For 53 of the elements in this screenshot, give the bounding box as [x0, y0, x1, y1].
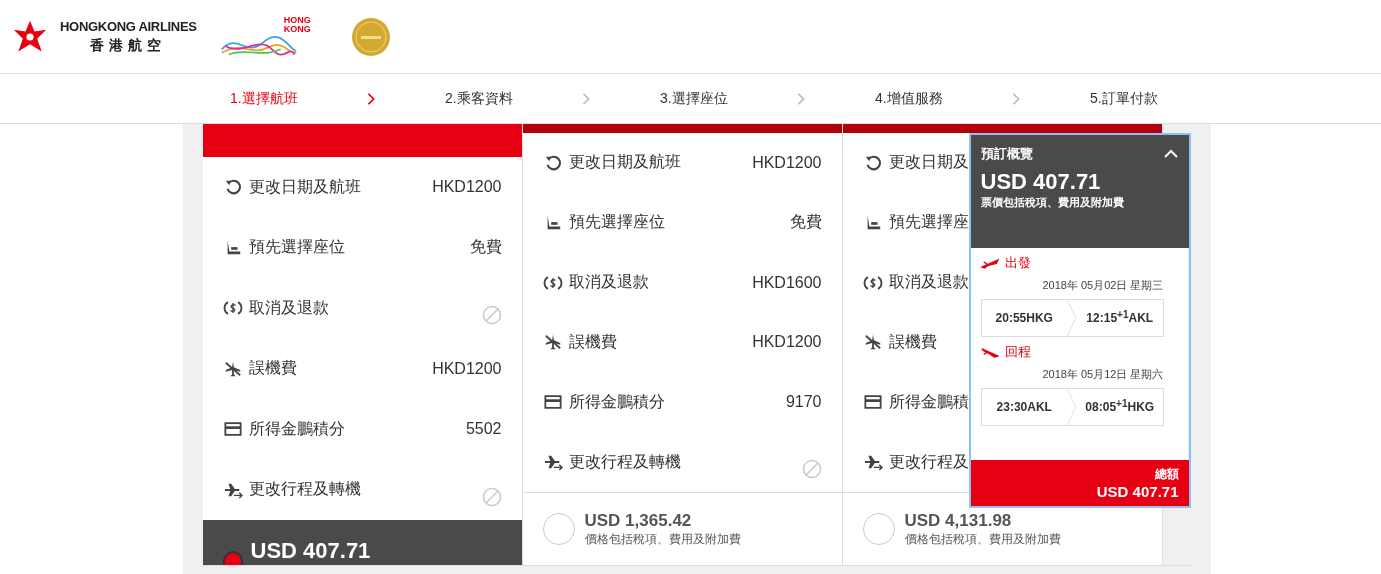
departure-time: 23:30AKL	[996, 400, 1052, 414]
total-price: USD 407.71	[1096, 483, 1179, 500]
feature-label: 所得金鵬積分	[248, 418, 345, 439]
feature-label: 預先選擇座	[888, 212, 969, 233]
feature-label: 更改日期及航班	[568, 152, 681, 173]
feature-label: 更改行程及轉機	[568, 451, 681, 472]
feature-value: HKD1200	[752, 153, 822, 172]
price-note: 價格包括稅項、費用及附加費	[584, 530, 741, 548]
feature-value: HKD1200	[432, 178, 502, 197]
summary-price-note: 票價包括稅項、費用及附加費	[980, 195, 1125, 210]
arrival-airport: AKL	[1128, 311, 1154, 325]
feature-value: HKD1200	[432, 359, 502, 378]
feature-label: 更改日期及	[888, 152, 969, 173]
feature-label: 誤機費	[248, 358, 297, 379]
feature-value: HKD1600	[752, 273, 822, 292]
arrival-time: 08:05	[1085, 400, 1117, 414]
city-brand-text: HONG	[283, 15, 311, 25]
summary-price: USD 407.71	[980, 169, 1102, 195]
feature-label: 取消及退款	[888, 272, 969, 293]
price-note: 價格包括稅項、費用及附加費	[904, 530, 1061, 548]
feature-label: 誤機費	[568, 331, 617, 352]
feature-label: 更改行程及轉機	[248, 479, 361, 500]
feature-label: 預先選擇座位	[248, 237, 345, 258]
summary-title: 預訂概覽	[980, 145, 1033, 163]
total-label: 總額	[1154, 466, 1179, 483]
feature-label: 取消及退款	[568, 272, 649, 293]
arrival-airport: HKG	[1127, 400, 1155, 414]
feature-label: 所得金鵬積	[888, 391, 969, 412]
airline-name-chinese: 香港航空	[90, 36, 167, 55]
day-offset: +1	[1116, 398, 1128, 409]
feature-value: HKD1200	[752, 333, 822, 352]
fare-price: USD 1,365.42	[584, 510, 693, 531]
fare-price: USD 4,131.98	[904, 510, 1013, 531]
departure-time: 20:55HKG	[995, 311, 1053, 325]
feature-label: 更改日期及航班	[248, 176, 361, 197]
airline-name: HONGKONG AIRLINES	[60, 18, 197, 34]
day-offset: +1	[1117, 309, 1129, 320]
feature-label: 取消及退款	[248, 297, 329, 318]
leg-date: 2018年 05月12日 星期六	[1042, 367, 1164, 382]
fare-price: USD 407.71	[250, 539, 371, 563]
leg-date: 2018年 05月02日 星期三	[1042, 278, 1164, 293]
feature-label: 誤機費	[888, 331, 937, 352]
feature-value: 5502	[465, 420, 502, 439]
city-brand-text: KONG	[283, 24, 311, 34]
feature-label: 預先選擇座位	[568, 212, 665, 233]
leg-label: 出發	[1004, 254, 1031, 272]
feature-value: 9170	[785, 393, 822, 412]
feature-label: 更改行程及	[888, 451, 969, 472]
feature-label: 所得金鵬積分	[568, 391, 665, 412]
arrival-time: 12:15	[1086, 311, 1118, 325]
feature-value: 免費	[789, 212, 822, 233]
leg-label: 回程	[1004, 343, 1031, 361]
feature-value: 免費	[469, 237, 502, 258]
